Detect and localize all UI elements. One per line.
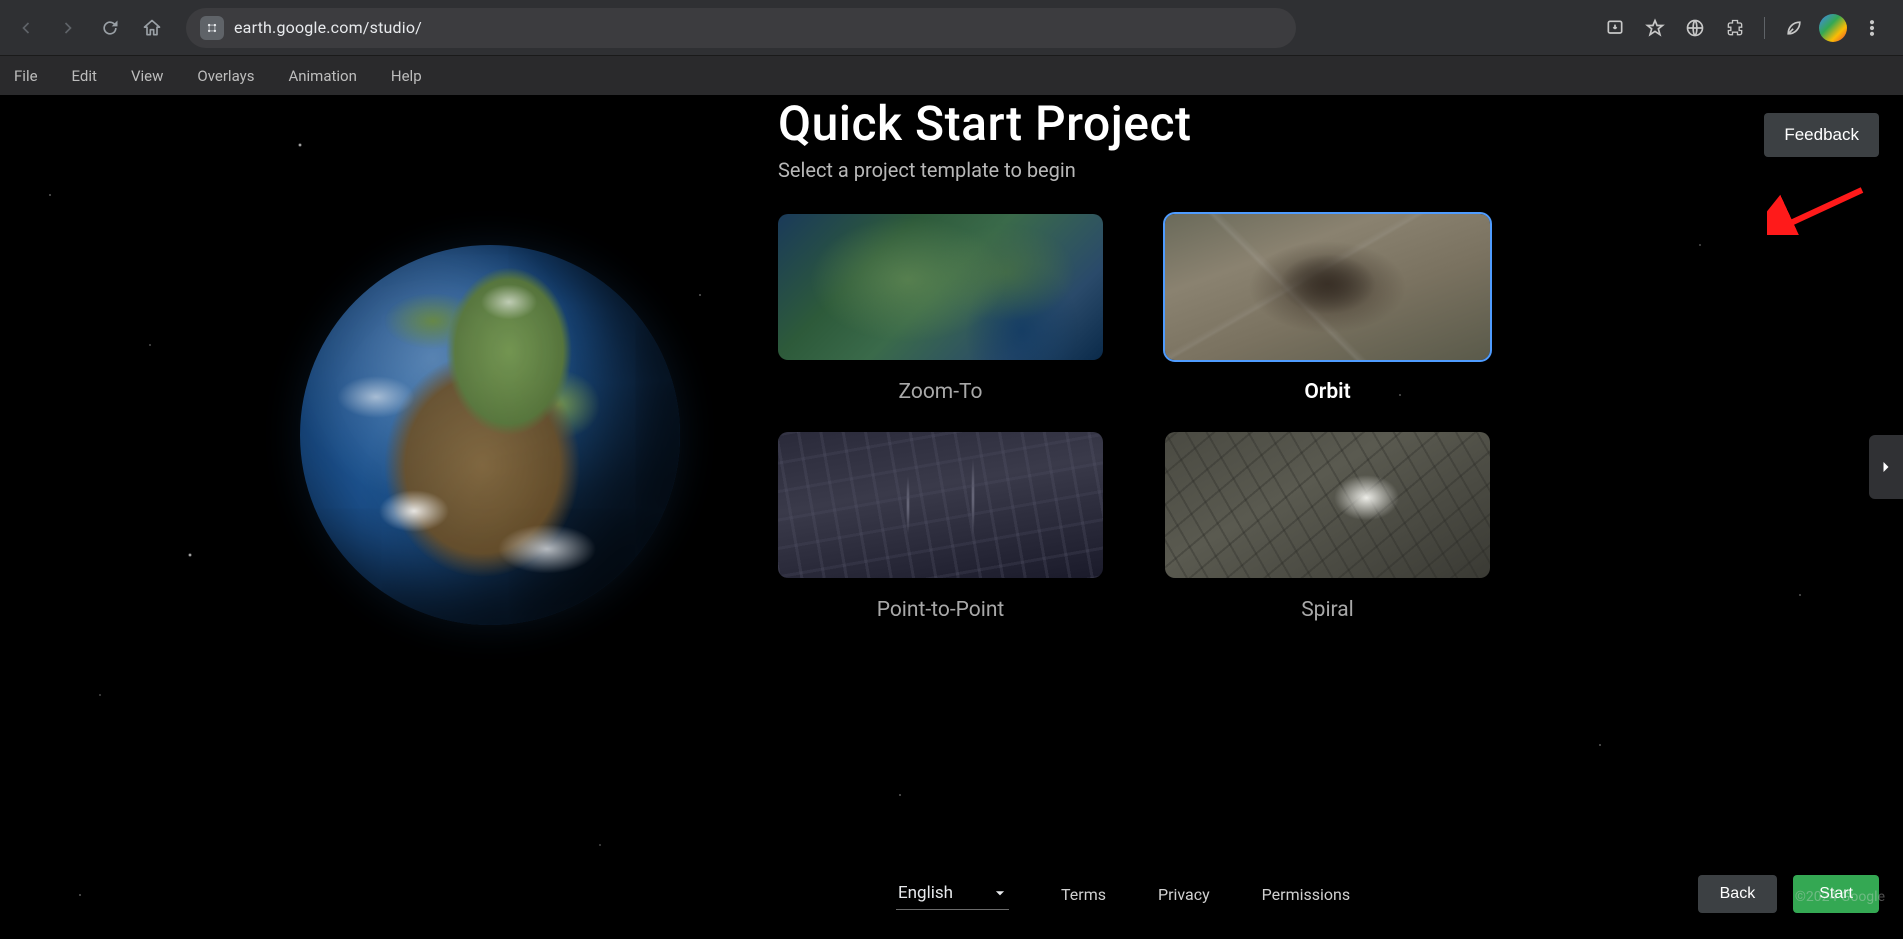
template-orbit[interactable]: Orbit (1165, 214, 1490, 404)
globe-icon[interactable] (1680, 13, 1710, 43)
site-info-icon[interactable] (200, 16, 224, 40)
profile-avatar[interactable] (1819, 14, 1847, 42)
app-menubar: File Edit View Overlays Animation Help (0, 55, 1903, 95)
menu-animation[interactable]: Animation (288, 67, 356, 85)
nav-forward-button[interactable] (50, 10, 86, 46)
page-subtitle: Select a project template to begin (778, 158, 1843, 182)
start-button[interactable]: Start (1793, 875, 1879, 913)
extensions-icon[interactable] (1720, 13, 1750, 43)
footer-link-permissions[interactable]: Permissions (1262, 885, 1350, 904)
template-thumb (1165, 432, 1490, 578)
main-viewport: Feedback Quick Start Project Select a pr… (0, 95, 1903, 939)
quickstart-panel: Quick Start Project Select a project tem… (778, 95, 1903, 622)
leaf-icon[interactable] (1779, 13, 1809, 43)
menu-file[interactable]: File (14, 67, 38, 85)
template-spiral[interactable]: Spiral (1165, 432, 1490, 622)
separator (1764, 17, 1765, 39)
template-label: Point-to-Point (877, 598, 1005, 622)
install-app-icon[interactable] (1600, 13, 1630, 43)
template-label: Spiral (1301, 598, 1354, 622)
language-select[interactable]: English (896, 879, 1009, 910)
menu-edit[interactable]: Edit (72, 67, 97, 85)
nav-back-button[interactable] (8, 10, 44, 46)
template-label: Orbit (1304, 380, 1350, 404)
menu-view[interactable]: View (131, 67, 163, 85)
bookmark-star-icon[interactable] (1640, 13, 1670, 43)
menu-overlays[interactable]: Overlays (197, 67, 254, 85)
template-thumb (778, 432, 1103, 578)
footer-link-privacy[interactable]: Privacy (1158, 885, 1210, 904)
template-point-to-point[interactable]: Point-to-Point (778, 432, 1103, 622)
url-text: earth.google.com/studio/ (234, 18, 422, 37)
browser-toolbar: earth.google.com/studio/ (0, 0, 1903, 55)
address-bar[interactable]: earth.google.com/studio/ (186, 8, 1296, 48)
footer-bar: English Terms Privacy Permissions Back S… (778, 875, 1879, 913)
menu-help[interactable]: Help (391, 67, 422, 85)
template-label: Zoom-To (898, 380, 982, 404)
back-button[interactable]: Back (1698, 875, 1778, 913)
chevron-down-icon (993, 886, 1007, 900)
language-value: English (898, 883, 953, 903)
template-zoom-to[interactable]: Zoom-To (778, 214, 1103, 404)
kebab-menu-icon[interactable] (1857, 13, 1887, 43)
earth-globe[interactable] (300, 245, 680, 625)
page-title: Quick Start Project (778, 95, 1843, 152)
template-grid: Zoom-To Orbit Point-to-Point Spiral (778, 214, 1843, 622)
footer-link-terms[interactable]: Terms (1061, 885, 1106, 904)
reload-button[interactable] (92, 10, 128, 46)
side-panel-toggle[interactable] (1869, 435, 1903, 499)
template-thumb (778, 214, 1103, 360)
template-thumb (1165, 214, 1490, 360)
home-button[interactable] (134, 10, 170, 46)
